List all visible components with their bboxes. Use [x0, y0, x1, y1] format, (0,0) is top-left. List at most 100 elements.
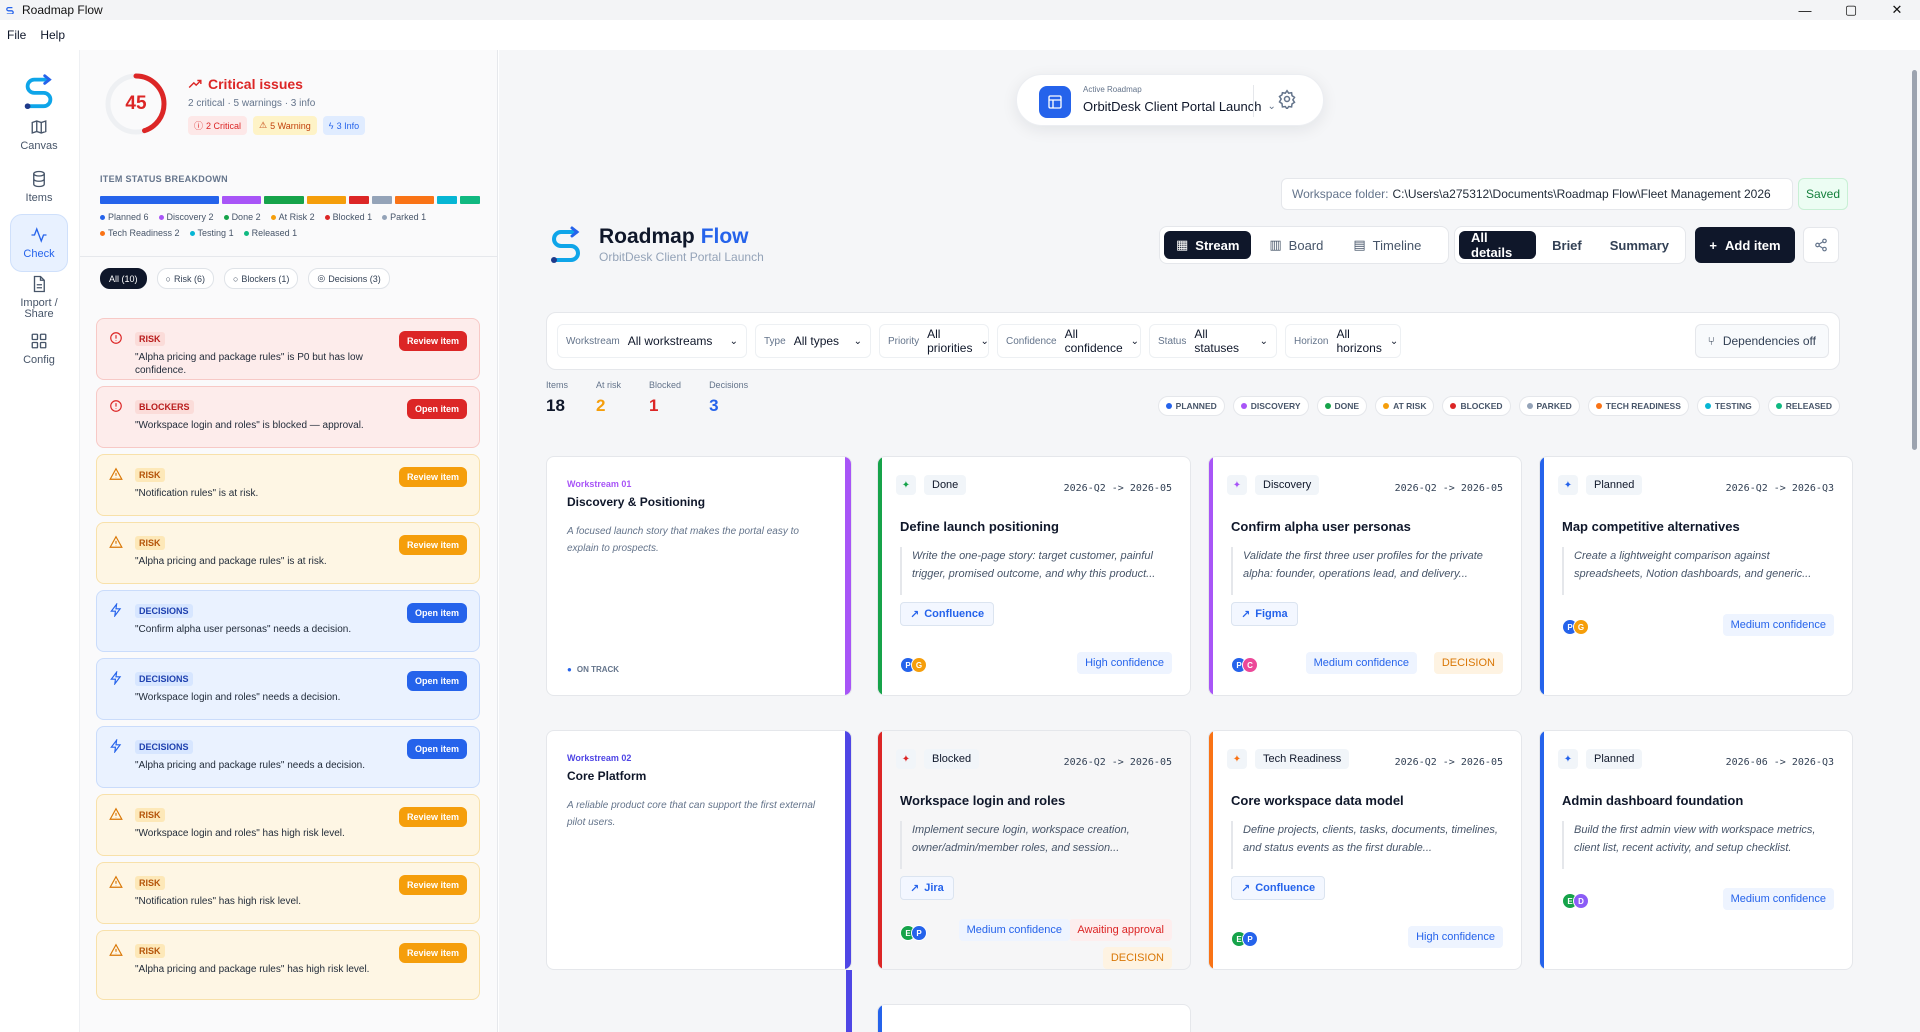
roadmap-selector[interactable]: Active Roadmap OrbitDesk Client Portal L…	[1016, 74, 1324, 126]
tab-risk[interactable]: ○ Risk (6)	[156, 268, 214, 289]
rail-canvas[interactable]: Canvas	[10, 106, 68, 164]
confidence-badge: High confidence	[1077, 652, 1172, 674]
scrollbar-thumb[interactable]	[1912, 70, 1917, 450]
maximize-button[interactable]: ▢	[1828, 0, 1874, 20]
decision-badge: DECISION	[1102, 947, 1172, 969]
issue-action-button[interactable]: Open item	[406, 671, 467, 691]
alert-circle-icon	[110, 400, 122, 412]
roadmap-item-card[interactable]: ✦ Tech Readiness 2026-Q2 -> 2026-05 Core wo…	[1208, 730, 1522, 970]
rail-items[interactable]: Items	[10, 158, 68, 216]
status-dot	[1526, 403, 1533, 409]
rail-import-share[interactable]: Import / Share	[10, 268, 68, 326]
item-link[interactable]: ↗ Confluence	[1231, 876, 1326, 900]
issue-action-button[interactable]: Review item	[398, 535, 467, 555]
critical-issues-title: Critical issues	[208, 76, 303, 92]
legend-item: Discovery 2	[158, 212, 214, 222]
nav-rail: Canvas Items Check Import / Share Config	[0, 50, 80, 1032]
item-link-label: Jira	[924, 882, 944, 894]
activity-icon	[31, 227, 47, 243]
avatar: P	[911, 925, 927, 941]
tab-decisions[interactable]: ◎ Decisions (3)	[308, 268, 390, 289]
workstream-id: Workstream 02	[567, 753, 632, 763]
dependencies-toggle[interactable]: ⑂ Dependencies off	[1694, 324, 1829, 358]
rail-config[interactable]: Config	[10, 320, 68, 378]
stat-value: 3	[709, 396, 719, 415]
issue-action-button[interactable]: Open item	[406, 603, 467, 623]
file-icon	[33, 275, 45, 292]
filter-confidence[interactable]: Confidence All confidence ⌄	[997, 324, 1141, 358]
item-link[interactable]: ↗ Jira	[900, 876, 954, 900]
gear-icon[interactable]	[1277, 89, 1297, 109]
issue-action-button[interactable]: Review item	[398, 943, 467, 963]
issue-card: DECISIONS "Confirm alpha user personas" n…	[96, 590, 480, 652]
info-count-label: 3 Info	[336, 120, 360, 131]
tab-all[interactable]: All (10)	[100, 268, 147, 289]
issue-action-button[interactable]: Review item	[398, 807, 467, 827]
status-color-bar	[878, 1005, 882, 1032]
workstream-color-bar	[845, 731, 851, 969]
view-stream-label: Stream	[1195, 237, 1240, 253]
close-button[interactable]: ✕	[1874, 0, 1920, 20]
issue-action-button[interactable]: Review item	[398, 875, 467, 895]
workstream-card[interactable]: Workstream 02 Core Platform A reliable pro…	[546, 730, 852, 970]
filter-workstream[interactable]: Workstream All workstreams ⌄	[557, 324, 747, 358]
minimize-button[interactable]: —	[1782, 0, 1828, 20]
workstream-status: ● ON TRACK	[567, 665, 619, 674]
status-dot	[1165, 403, 1172, 409]
rail-check-label: Check	[23, 248, 55, 260]
roadmap-item-card[interactable]: ✦ Planned 2026-Q2 -> 2026-Q3 Map competitiv…	[1539, 456, 1853, 696]
issue-action-button[interactable]: Review item	[398, 331, 467, 351]
stat-value: 18	[546, 396, 565, 415]
roadmap-item-card[interactable]	[877, 1004, 1191, 1032]
issue-list: RISK "Alpha pricing and package rules" is…	[96, 318, 480, 1006]
menu-help[interactable]: Help	[40, 28, 65, 42]
item-status-label: Blocked	[924, 749, 980, 769]
issue-action-button[interactable]: Open item	[406, 399, 467, 419]
issue-action-button[interactable]: Open item	[406, 739, 467, 759]
item-type-icon: ✦	[1227, 475, 1247, 495]
status-segment	[437, 196, 458, 204]
chevron-down-icon: ⌄	[853, 335, 862, 347]
vertical-scrollbar[interactable]	[1910, 50, 1920, 1032]
all-details-button[interactable]: All details	[1459, 230, 1537, 260]
roadmap-item-card[interactable]: ✦ Done 2026-Q2 -> 2026-05 Define launch pos…	[877, 456, 1191, 696]
issue-filter-tabs: All (10) ○ Risk (6) ○ Blockers (1) ◎ Decisi…	[100, 268, 390, 289]
view-timeline-button[interactable]: ▤ Timeline	[1341, 231, 1433, 259]
filter-type[interactable]: Type All types ⌄	[755, 324, 871, 358]
issue-action-button[interactable]: Review item	[398, 467, 467, 487]
filter-key: Confidence	[1006, 335, 1057, 347]
workstream-card[interactable]: Workstream 01 Discovery & Positioning A fo…	[546, 456, 852, 696]
item-type-icon: ✦	[1558, 749, 1578, 769]
legend-item: Done 2	[223, 212, 261, 222]
roadmap-item-card[interactable]: ✦ Blocked 2026-Q2 -> 2026-05 Workspace logi…	[877, 730, 1191, 970]
roadmap-icon	[1039, 86, 1071, 118]
item-link[interactable]: ↗ Confluence	[900, 602, 995, 626]
zap-icon	[110, 671, 122, 685]
filter-priority[interactable]: Priority All priorities ⌄	[879, 324, 989, 358]
menu-file[interactable]: File	[7, 28, 26, 42]
roadmap-item-card[interactable]: ✦ Discovery 2026-Q2 -> 2026-05 Confirm alph…	[1208, 456, 1522, 696]
add-item-button[interactable]: + Add item	[1695, 227, 1795, 263]
filter-key: Status	[1158, 335, 1187, 347]
item-type: ✦ Planned	[1558, 475, 1643, 495]
legend-label: Done 2	[231, 212, 261, 222]
summary-button[interactable]: Summary	[1598, 231, 1681, 259]
roadmap-item-card[interactable]: ✦ Planned 2026-06 -> 2026-Q3 Admin dashboar…	[1539, 730, 1853, 970]
rail-check[interactable]: Check	[10, 214, 68, 272]
warning-icon	[109, 807, 123, 820]
app-icon	[6, 6, 14, 14]
active-roadmap-name[interactable]: OrbitDesk Client Portal Launch ⌄	[1083, 99, 1276, 114]
item-link[interactable]: ↗ Figma	[1231, 602, 1298, 626]
item-title: Core workspace data model	[1231, 793, 1404, 808]
share-icon	[1815, 238, 1827, 252]
filter-horizon[interactable]: Horizon All horizons ⌄	[1285, 324, 1401, 358]
view-stream-button[interactable]: ▦ Stream	[1164, 231, 1252, 259]
item-title: Admin dashboard foundation	[1562, 793, 1744, 808]
filter-status[interactable]: Status All statuses ⌄	[1149, 324, 1277, 358]
legend-label: Testing 1	[197, 228, 234, 238]
view-board-button[interactable]: ▥ Board	[1257, 231, 1335, 259]
share-button[interactable]	[1803, 227, 1839, 263]
circle-icon: ○	[165, 273, 171, 284]
tab-blockers[interactable]: ○ Blockers (1)	[223, 268, 299, 289]
brief-button[interactable]: Brief	[1540, 231, 1594, 259]
